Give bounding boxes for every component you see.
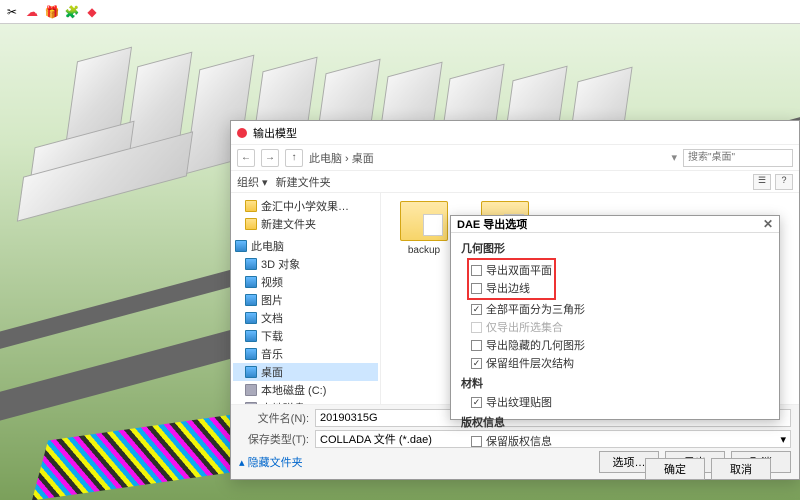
opt-selection-only: 仅导出所选集合 — [471, 318, 769, 336]
filename-label: 文件名(N): — [239, 410, 309, 426]
folder-tree[interactable]: 金汇中小学效果… 新建文件夹 此电脑 3D 对象 视频 图片 文档 下载 音乐 … — [231, 193, 381, 404]
view-help-button[interactable]: ? — [775, 174, 793, 190]
section-material: 材料 — [461, 375, 769, 391]
tree-item[interactable]: 图片 — [261, 292, 283, 308]
view-layout-button[interactable]: ☰ — [753, 174, 771, 190]
tool-scissors-icon[interactable]: ✂ — [4, 4, 20, 20]
hide-folders-link[interactable]: ▴ 隐藏文件夹 — [239, 454, 303, 470]
dae-options-dialog: DAE 导出选项 ✕ 几何图形 导出双面平面 导出边线 全部平面分为三角形 仅导… — [450, 215, 780, 420]
nav-forward-button[interactable]: → — [261, 149, 279, 167]
nav-up-button[interactable]: ↑ — [285, 149, 303, 167]
tree-quick-item[interactable]: 金汇中小学效果… — [261, 198, 349, 214]
tool-gem-icon[interactable]: ◆ — [84, 4, 100, 20]
nav-back-button[interactable]: ← — [237, 149, 255, 167]
options-ok-button[interactable]: 确定 — [645, 458, 705, 480]
savetype-label: 保存类型(T): — [239, 431, 309, 447]
tree-item[interactable]: 3D 对象 — [261, 256, 300, 272]
options-cancel-button[interactable]: 取消 — [711, 458, 771, 480]
tool-gift-icon[interactable]: 🎁 — [44, 4, 60, 20]
folder-icon — [400, 201, 448, 241]
new-folder-button[interactable]: 新建文件夹 — [276, 174, 331, 190]
search-input[interactable] — [683, 149, 793, 167]
tree-item[interactable]: 文档 — [261, 310, 283, 326]
tree-item[interactable]: 视频 — [261, 274, 283, 290]
close-icon[interactable]: ✕ — [763, 217, 773, 231]
opt-hidden-geo[interactable]: 导出隐藏的几何图形 — [471, 336, 769, 354]
organize-menu[interactable]: 组织 ▾ — [237, 174, 268, 190]
tree-item[interactable]: 本地磁盘 (C:) — [261, 382, 326, 398]
export-dialog-title: 输出模型 — [253, 125, 297, 141]
opt-triangulate[interactable]: 全部平面分为三角形 — [471, 300, 769, 318]
opt-two-sided[interactable]: 导出双面平面 — [471, 261, 552, 279]
tree-item[interactable]: 音乐 — [261, 346, 283, 362]
section-credits: 版权信息 — [461, 414, 769, 430]
app-toolbar: ✂ ☁ 🎁 🧩 ◆ — [0, 0, 800, 24]
opt-hierarchy[interactable]: 保留组件层次结构 — [471, 354, 769, 372]
tree-item[interactable]: 桌面 — [261, 364, 283, 380]
tool-puzzle-icon[interactable]: 🧩 — [64, 4, 80, 20]
opt-credits[interactable]: 保留版权信息 — [471, 432, 769, 450]
tree-item[interactable]: 下载 — [261, 328, 283, 344]
opt-textures[interactable]: 导出纹理贴图 — [471, 393, 769, 411]
tree-this-pc[interactable]: 此电脑 — [251, 238, 284, 254]
section-geometry: 几何图形 — [461, 240, 769, 256]
folder-item[interactable]: backup — [389, 201, 459, 256]
options-dialog-title: DAE 导出选项 — [457, 216, 527, 232]
breadcrumb[interactable]: 此电脑 › 桌面 — [309, 150, 665, 166]
app-icon — [237, 128, 247, 138]
opt-edges[interactable]: 导出边线 — [471, 279, 552, 297]
tree-quick-item[interactable]: 新建文件夹 — [261, 216, 316, 232]
export-dialog-titlebar: 输出模型 — [231, 121, 799, 145]
tool-cloud-icon[interactable]: ☁ — [24, 4, 40, 20]
